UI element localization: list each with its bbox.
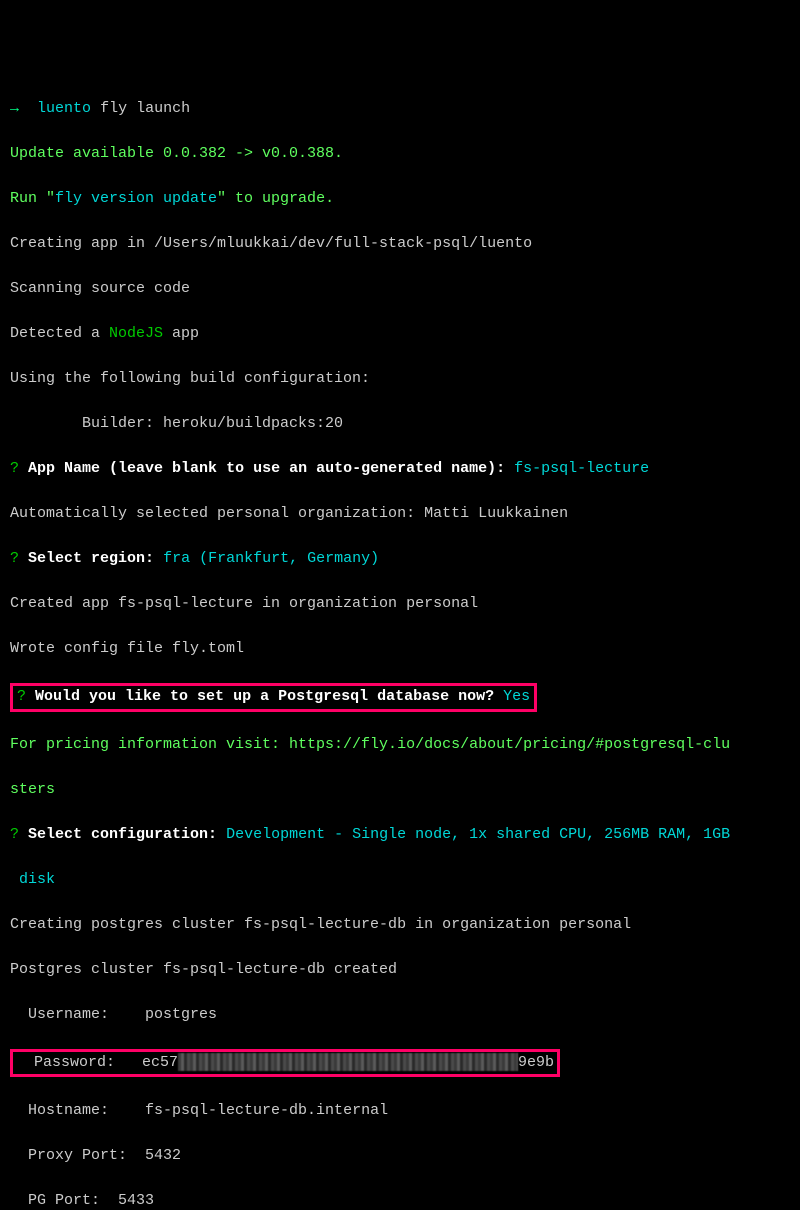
detected-type: NodeJS [109, 325, 163, 342]
pg-created-line: Postgres cluster fs-psql-lecture-db crea… [10, 959, 790, 982]
q-label: Select configuration: [28, 826, 217, 843]
q-config[interactable]: ? Select configuration: Development - Si… [10, 824, 790, 847]
update-line: Update available 0.0.382 -> v0.0.388. [10, 143, 790, 166]
cred-proxy-port: Proxy Port: 5432 [10, 1145, 790, 1168]
q-label: Would you like to set up a Postgresql da… [35, 688, 494, 705]
pg-port-value: 5433 [118, 1192, 154, 1209]
redacted-blur [178, 1053, 518, 1071]
q-answer: Yes [503, 688, 530, 705]
using-config-line: Using the following build configuration: [10, 368, 790, 391]
prompt-dir: luento [37, 100, 91, 117]
prompt-cmd[interactable]: fly launch [100, 100, 190, 117]
pricing-line-2: sters [10, 779, 790, 802]
hostname-value: fs-psql-lecture-db.internal [145, 1102, 388, 1119]
wrote-line: Wrote config file fly.toml [10, 638, 790, 661]
cred-hostname: Hostname: fs-psql-lecture-db.internal [10, 1100, 790, 1123]
q-answer: fra (Frankfurt, Germany) [163, 550, 379, 567]
upgrade-cmd: fly version update [55, 190, 217, 207]
upgrade-line: Run "fly version update" to upgrade. [10, 188, 790, 211]
prompt-line: → luento fly launch [10, 98, 790, 121]
builder-line: Builder: heroku/buildpacks:20 [10, 413, 790, 436]
cred-username: Username: postgres [10, 1004, 790, 1027]
password-suffix: 9e9b [518, 1054, 554, 1071]
password-prefix: ec57 [142, 1054, 178, 1071]
scanning-line: Scanning source code [10, 278, 790, 301]
cred-pg-port: PG Port: 5433 [10, 1190, 790, 1210]
q-label: Select region: [28, 550, 154, 567]
username-value: postgres [145, 1006, 217, 1023]
pricing-line-1: For pricing information visit: https://f… [10, 734, 790, 757]
q-region[interactable]: ? Select region: fra (Frankfurt, Germany… [10, 548, 790, 571]
highlight-box: Password: ec579e9b [10, 1049, 560, 1077]
q-label: App Name (leave blank to use an auto-gen… [28, 460, 505, 477]
proxy-port-value: 5432 [145, 1147, 181, 1164]
creating-pg-line: Creating postgres cluster fs-psql-lectur… [10, 914, 790, 937]
q-config-cont: disk [10, 869, 790, 892]
org-line: Automatically selected personal organiza… [10, 503, 790, 526]
highlight-box: ? Would you like to set up a Postgresql … [10, 683, 537, 712]
created-line: Created app fs-psql-lecture in organizat… [10, 593, 790, 616]
q-answer: Development - Single node, 1x shared CPU… [226, 826, 730, 843]
q-postgresql-highlight: ? Would you like to set up a Postgresql … [10, 683, 790, 712]
creating-app-line: Creating app in /Users/mluukkai/dev/full… [10, 233, 790, 256]
prompt-arrow-icon: → [10, 100, 19, 117]
q-answer: fs-psql-lecture [514, 460, 649, 477]
q-app-name[interactable]: ? App Name (leave blank to use an auto-g… [10, 458, 790, 481]
detected-line: Detected a NodeJS app [10, 323, 790, 346]
cred-password-highlight: Password: ec579e9b [10, 1049, 790, 1077]
